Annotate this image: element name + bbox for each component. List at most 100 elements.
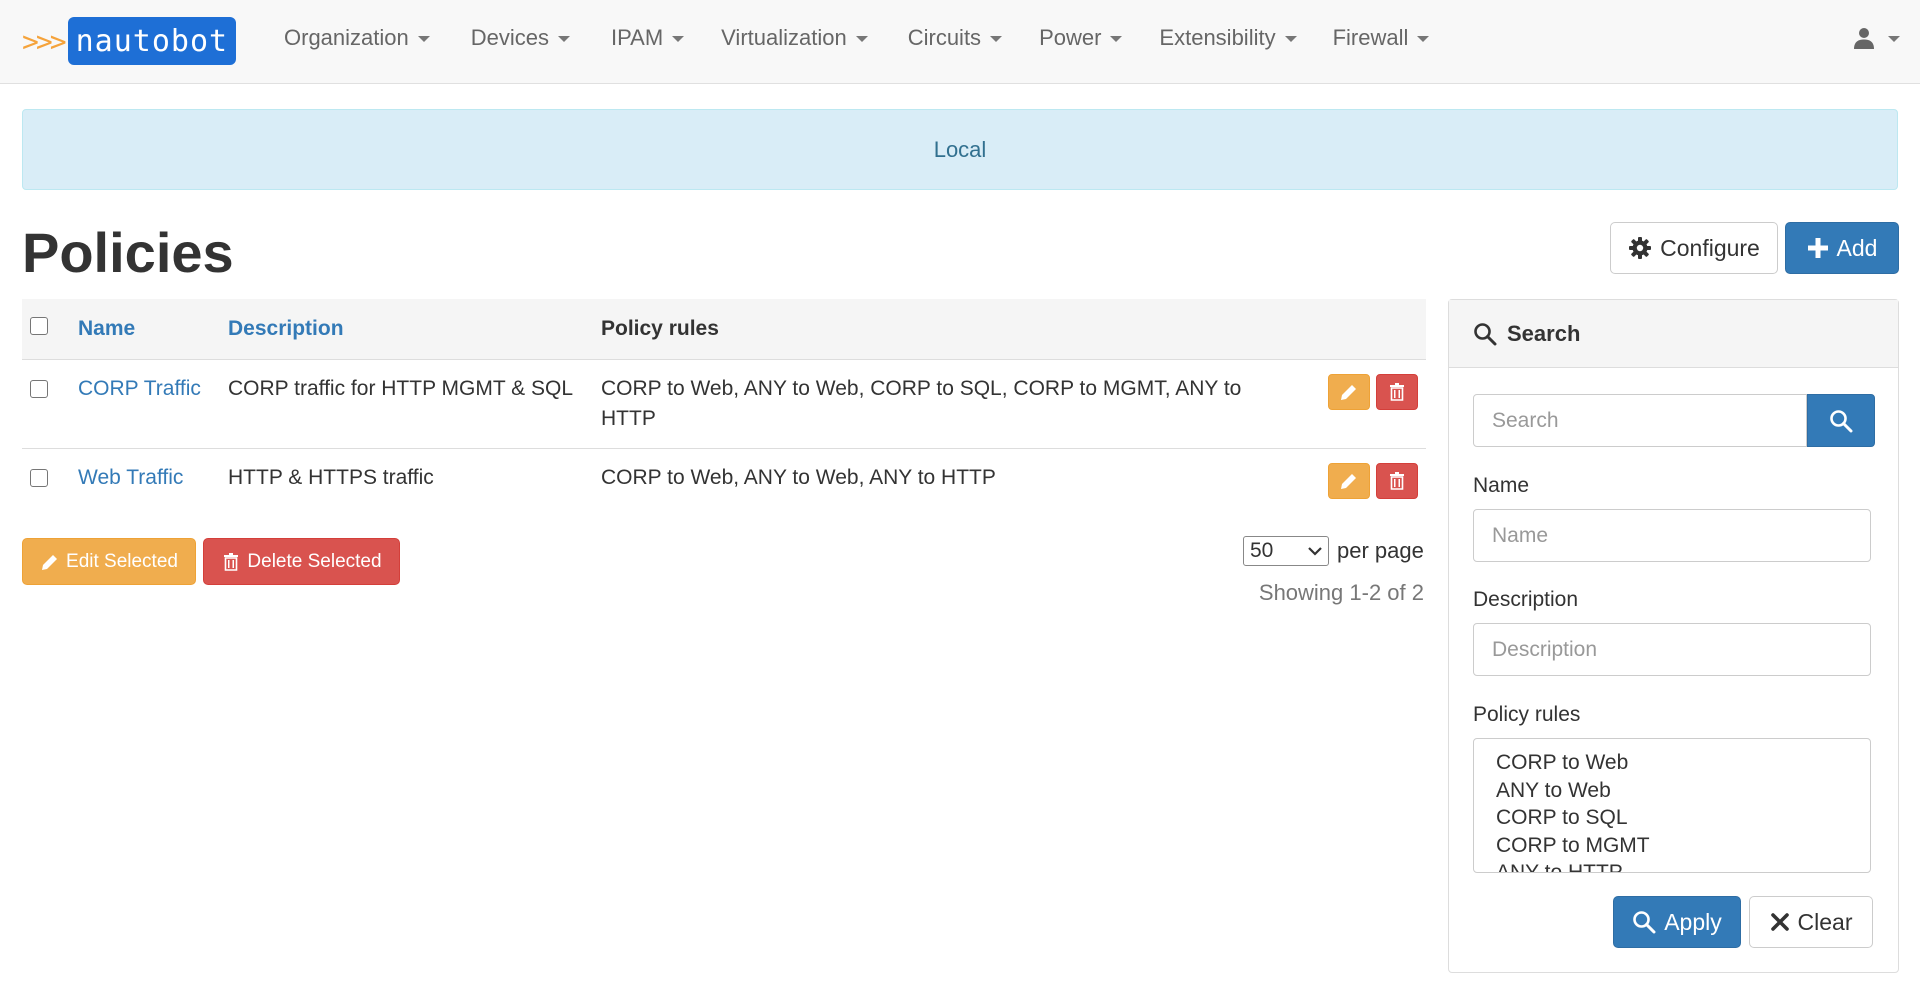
policy-rules-cell: CORP to Web, ANY to Web, ANY to HTTP — [601, 465, 996, 489]
banner-text: Local — [933, 136, 987, 162]
policy-rules-cell: CORP to Web, ANY to Web, CORP to SQL, CO… — [593, 359, 1306, 449]
policy-rules-filter-label: Policy rules — [1473, 703, 1581, 726]
caret-down-icon — [672, 36, 685, 42]
column-header-name[interactable]: Name — [70, 299, 220, 360]
edit-button[interactable] — [1328, 373, 1370, 410]
search-icon — [1633, 911, 1656, 934]
add-button[interactable]: Add — [1785, 222, 1899, 274]
pagination-summary: Showing 1-2 of 2 — [1258, 580, 1424, 605]
caret-down-icon — [1284, 36, 1297, 42]
actions-cell — [1306, 359, 1426, 449]
search-panel-title: Search — [1507, 320, 1581, 346]
table-row: Web Traffic HTTP & HTTPS traffic CORP to… — [22, 448, 1426, 513]
close-icon — [1770, 913, 1789, 931]
search-icon — [1830, 409, 1853, 432]
column-header-label: Name — [78, 316, 136, 340]
search-submit-button[interactable] — [1807, 394, 1875, 447]
nav-devices[interactable]: Devices — [471, 25, 570, 51]
nav-virtualization[interactable]: Virtualization — [721, 25, 868, 51]
configure-button[interactable]: Configure — [1610, 222, 1778, 274]
per-page-control: 50 per page — [1243, 536, 1424, 566]
policy-rule-option[interactable]: CORP to Web — [1496, 749, 1870, 777]
delete-selected-label: Delete Selected — [247, 550, 382, 572]
add-label: Add — [1836, 234, 1878, 261]
select-all-checkbox[interactable] — [30, 316, 48, 335]
column-header-description[interactable]: Description — [220, 299, 593, 360]
policy-name-link[interactable]: Web Traffic — [78, 466, 183, 489]
delete-button[interactable] — [1376, 373, 1418, 410]
user-menu[interactable] — [1852, 26, 1900, 50]
page-title: Policies — [22, 221, 234, 284]
delete-button[interactable] — [1376, 462, 1418, 499]
column-header-label: Policy rules — [601, 316, 719, 340]
apply-button[interactable]: Apply — [1613, 896, 1741, 948]
nav-ipam[interactable]: IPAM — [611, 25, 685, 51]
caret-down-icon — [558, 36, 570, 42]
edit-selected-button[interactable]: Edit Selected — [22, 538, 196, 585]
nav-label: Circuits — [907, 25, 982, 50]
actions-cell — [1306, 448, 1426, 513]
row-checkbox[interactable] — [30, 379, 48, 398]
search-panel: Search Name Description Policy rules COR… — [1448, 299, 1899, 973]
description-filter-label: Description — [1473, 588, 1579, 611]
policy-rule-option[interactable]: ANY to HTTP — [1496, 859, 1870, 872]
configure-label: Configure — [1660, 234, 1760, 261]
nautobot-logo[interactable]: >>> nautobot — [22, 17, 237, 65]
column-header-actions — [1306, 299, 1426, 360]
policy-rule-option[interactable]: ANY to Web — [1496, 777, 1870, 805]
column-header-policy-rules: Policy rules — [593, 299, 1306, 360]
name-filter-input[interactable] — [1473, 509, 1871, 562]
per-page-label: per page — [1337, 538, 1424, 563]
main-nav: Organization Devices IPAM Virtualization… — [284, 0, 1430, 76]
search-panel-heading: Search — [1449, 300, 1898, 368]
apply-label: Apply — [1664, 908, 1722, 935]
policy-rules-multiselect[interactable]: CORP to Web ANY to Web CORP to SQL CORP … — [1473, 738, 1871, 873]
environment-banner: Local — [22, 109, 1898, 190]
nav-label: Organization — [284, 25, 409, 50]
top-navbar: >>> nautobot Organization Devices IPAM V… — [0, 0, 1920, 84]
user-icon — [1854, 28, 1874, 49]
nav-label: Devices — [470, 25, 549, 50]
table-header-row: Name Description Policy rules — [22, 299, 1426, 360]
chevron-down-icon — [1308, 547, 1322, 556]
search-icon — [1474, 322, 1497, 345]
caret-down-icon — [1417, 36, 1430, 42]
nav-power[interactable]: Power — [1039, 25, 1123, 51]
nav-firewall[interactable]: Firewall — [1333, 25, 1430, 51]
trash-icon — [1390, 382, 1404, 401]
row-select-cell — [22, 359, 70, 449]
nav-label: Power — [1039, 25, 1102, 50]
column-header-label: Description — [228, 316, 344, 340]
pencil-icon — [42, 554, 58, 570]
description-cell: CORP traffic for HTTP MGMT & SQL — [220, 359, 593, 449]
row-select-cell — [22, 448, 70, 513]
delete-selected-button[interactable]: Delete Selected — [203, 538, 400, 585]
name-filter-label: Name — [1473, 474, 1530, 497]
caret-down-icon — [417, 36, 430, 42]
per-page-select[interactable]: 50 — [1243, 536, 1329, 566]
description-filter-input[interactable] — [1473, 623, 1871, 676]
clear-label: Clear — [1797, 908, 1853, 935]
nav-label: Extensibility — [1159, 25, 1276, 50]
clear-button[interactable]: Clear — [1749, 896, 1873, 948]
nav-organization[interactable]: Organization — [284, 25, 430, 51]
caret-down-icon — [1888, 36, 1900, 42]
row-checkbox[interactable] — [30, 468, 48, 487]
trash-icon — [1390, 471, 1404, 490]
per-page-value: 50 — [1250, 539, 1274, 562]
policy-name-link[interactable]: CORP Traffic — [78, 377, 201, 400]
policy-rule-option[interactable]: CORP to SQL — [1496, 804, 1870, 832]
edit-button[interactable] — [1328, 462, 1370, 499]
nav-circuits[interactable]: Circuits — [907, 25, 1003, 51]
nav-extensibility[interactable]: Extensibility — [1159, 25, 1297, 51]
policies-table: Name Description Policy rules CORP Traff… — [22, 299, 1426, 513]
name-cell: Web Traffic — [70, 448, 220, 513]
policy-rule-option[interactable]: CORP to MGMT — [1496, 832, 1870, 860]
logo-arrows: >>> — [22, 24, 67, 58]
description-cell: HTTP & HTTPS traffic — [228, 465, 434, 489]
caret-down-icon — [990, 36, 1003, 42]
caret-down-icon — [1110, 36, 1123, 42]
plus-icon — [1807, 238, 1828, 258]
nav-label: Firewall — [1332, 25, 1409, 50]
search-input[interactable] — [1473, 394, 1807, 447]
